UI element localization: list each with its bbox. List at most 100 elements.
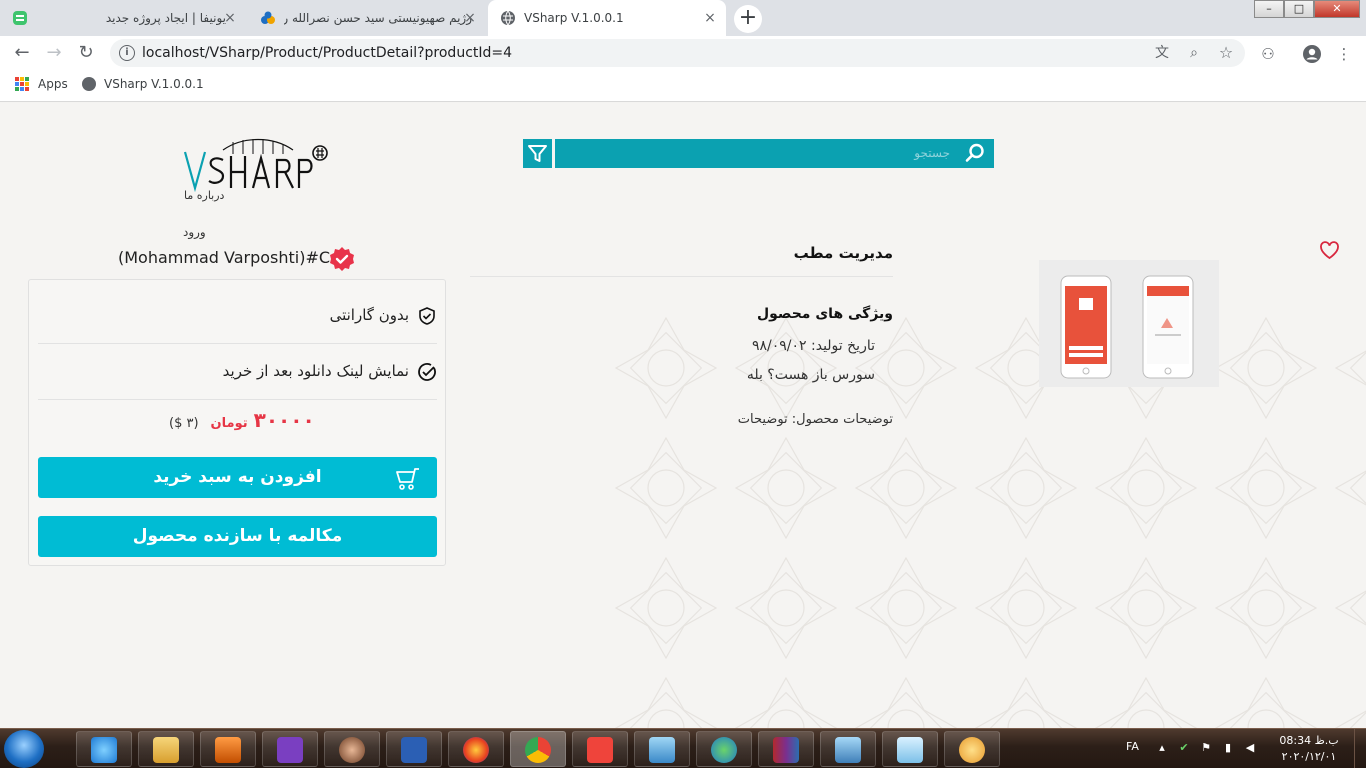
reload-icon[interactable]: ↻ [74,41,98,65]
tab-news[interactable]: رژیم صهیونیستی سید حسن نصرالله را به ...… [248,0,486,36]
product-image[interactable] [1039,260,1219,387]
tab-strip: یونیفا | ایجاد پروژه جدید × رژیم صهیونیس… [0,0,1366,36]
open-source-flag: سورس باز هست؟ بله [746,367,875,383]
page-content: جستجو درباره ما ورود (Mohammad Varposhti… [0,103,1366,728]
file-explorer-icon[interactable] [138,731,194,767]
bookmark-vsharp[interactable]: VSharp V.1.0.0.1 [82,77,204,91]
price-row: ۳۰۰۰۰ تومان (۳ $) [169,408,315,432]
tab-close-button[interactable]: × [222,10,238,26]
add-to-cart-label: افزودن به سبد خرید [153,467,322,487]
seller-name[interactable]: (Mohammad Varposhti)#C [118,248,330,267]
zoom-icon[interactable]: ⌕ [1185,44,1203,62]
download-note-text: نمایش لینک دانلود بعد از خرید [222,362,409,380]
filter-icon [528,145,547,162]
warranty-row: بدون گارانتی [38,288,437,344]
filter-button[interactable] [523,139,552,168]
check-circle-icon [418,363,436,381]
news-tab-icon [261,11,275,24]
spy-game-icon[interactable] [324,731,380,767]
firefox-icon[interactable] [448,731,504,767]
show-hidden-icons-icon[interactable]: ▴ [1156,741,1168,755]
url-text: localhost/VSharp/Product/ProductDetail?p… [142,45,513,61]
login-link[interactable]: ورود [183,225,206,239]
action-center-flag-icon[interactable]: ⚑ [1200,741,1212,755]
production-date: تاریخ تولید: ۹۸/۰۹/۰۲ [751,338,875,354]
verified-badge-icon [330,247,354,271]
title-divider [470,276,893,277]
tab-title: VSharp V.1.0.0.1 [524,11,624,25]
background-pattern [606,308,1366,728]
chrome-icon[interactable] [510,731,566,767]
security-icon[interactable]: ✔ [1178,741,1190,755]
remote-desktop-icon[interactable] [634,731,690,767]
anydesk-icon[interactable] [572,731,628,767]
browser-toolbar: ← → ↻ i localhost/VSharp/Product/Product… [0,36,1366,70]
close-window-button[interactable]: ✕ [1314,0,1360,18]
add-to-cart-button[interactable]: افزودن به سبد خرید [38,457,437,498]
tab-title: رژیم صهیونیستی سید حسن نصرالله را به ... [284,11,472,25]
tab-unifa[interactable]: یونیفا | ایجاد پروژه جدید × [0,0,246,36]
chat-with-maker-button[interactable]: مکالمه با سازنده محصول [38,516,437,557]
media-player-icon[interactable] [200,731,256,767]
word-icon[interactable] [386,731,442,767]
visual-studio-icon[interactable] [262,731,318,767]
download-manager-icon[interactable] [696,731,752,767]
shield-check-icon [419,307,435,325]
price-usd: (۳ $) [169,416,199,431]
clock-date: ۲۰۲۰/۱۲/۰۱ [1281,750,1337,763]
phone-mockup-right [1142,275,1194,379]
forward-arrow-icon[interactable]: → [42,41,66,65]
minimize-button[interactable]: – [1254,0,1284,18]
purchase-card: بدون گارانتی نمایش لینک دانلود بعد از خر… [28,279,446,566]
network-signal-icon[interactable]: ▮ [1222,741,1234,755]
maximize-button[interactable]: □ [1284,0,1314,18]
profile-avatar-icon[interactable] [1302,44,1322,64]
paint-icon[interactable] [944,731,1000,767]
about-us-link[interactable]: درباره ما [184,189,224,202]
bookmark-label: VSharp V.1.0.0.1 [104,77,204,91]
bookmark-star-icon[interactable]: ☆ [1217,44,1235,62]
tab-vsharp[interactable]: VSharp V.1.0.0.1 × [488,0,726,36]
address-bar[interactable]: i localhost/VSharp/Product/ProductDetail… [110,39,1245,67]
globe-icon [82,77,96,91]
shopping-cart-icon [396,468,419,490]
menu-kebab-icon[interactable]: ⋮ [1334,44,1354,64]
search-icon[interactable] [964,142,986,164]
chat-with-maker-label: مکالمه با سازنده محصول [132,526,343,546]
download-note-row: نمایش لینک دانلود بعد از خرید [38,344,437,400]
new-tab-button[interactable]: + [734,5,762,33]
internet-explorer-icon[interactable] [76,731,132,767]
bookmark-apps[interactable]: Apps [15,77,68,91]
apps-grid-icon [15,77,29,91]
window-controls: – □ ✕ [1254,0,1360,18]
price-currency: تومان [210,416,248,431]
bookmarks-bar: Apps VSharp V.1.0.0.1 [0,70,1366,102]
bookmark-label: Apps [38,77,68,91]
price-amount: ۳۰۰۰۰ [253,408,315,432]
notepad-icon[interactable] [882,731,938,767]
winrar-icon[interactable] [758,731,814,767]
warranty-text: بدون گارانتی [329,306,409,324]
search-input[interactable]: جستجو [555,139,994,168]
info-icon[interactable]: i [119,45,135,61]
tab-close-button[interactable]: × [702,10,718,26]
phone-mockup-left [1060,275,1112,379]
heart-icon[interactable] [1319,240,1340,260]
product-description: توضیحات محصول: توضیحات [737,412,893,427]
unifa-tab-icon [13,11,27,25]
photo-viewer-icon[interactable] [820,731,876,767]
clock[interactable]: 08:34 ب.ظ ۲۰۲۰/۱۲/۰۱ [1275,733,1343,765]
show-desktop-button[interactable] [1354,729,1366,768]
start-button[interactable] [4,730,44,768]
clock-time: 08:34 ب.ظ [1279,734,1339,747]
tab-title: یونیفا | ایجاد پروژه جدید [105,11,226,25]
back-arrow-icon[interactable]: ← [10,41,34,65]
volume-icon[interactable]: ◀ [1244,741,1256,755]
extension-icon[interactable]: ⚇ [1258,44,1278,64]
product-title: مدیریت مطب [793,244,893,262]
tab-close-button[interactable]: × [462,10,478,26]
windows-taskbar: FA ▴ ✔ ⚑ ▮ ◀ 08:34 ب.ظ ۲۰۲۰/۱۲/۰۱ [0,728,1366,768]
language-indicator[interactable]: FA [1126,740,1139,753]
translate-icon[interactable]: 文 [1153,44,1171,62]
search-placeholder: جستجو [914,146,950,160]
